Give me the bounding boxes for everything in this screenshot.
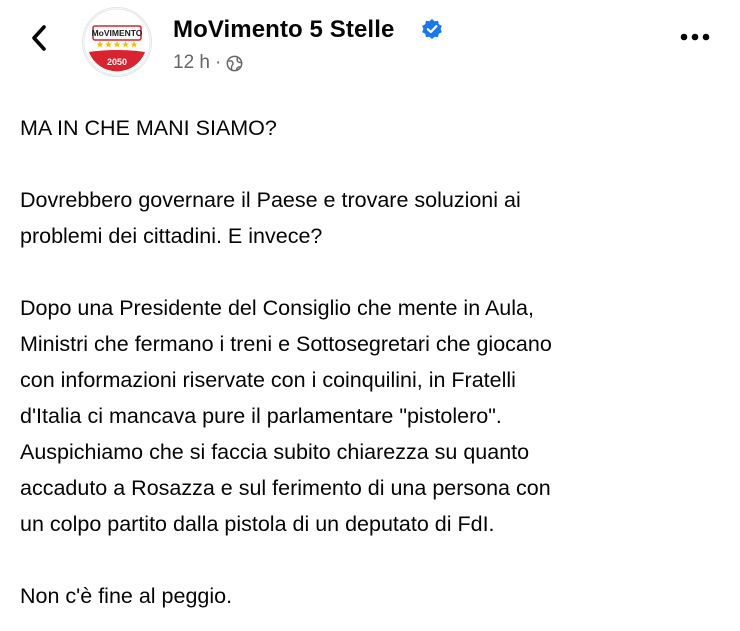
logo-year: 2050 — [107, 57, 127, 67]
more-options-button[interactable] — [675, 22, 715, 52]
post-line: Non c'è fine al peggio. — [20, 584, 233, 608]
avatar[interactable]: MoVIMENTO 2050 — [82, 7, 152, 77]
logo-text: MoVIMENTO — [92, 28, 143, 38]
post-line: MA IN CHE MANI SIAMO? — [20, 116, 277, 140]
post-line: Ministri che fermano i treni e Sottosegr… — [20, 332, 552, 356]
author-name[interactable]: MoVimento 5 Stelle — [173, 16, 394, 44]
meta-separator: · — [214, 52, 222, 73]
chevron-left-icon — [32, 25, 46, 51]
post-header: MoVIMENTO 2050 MoVimento 5 Stelle 12 h · — [0, 0, 740, 90]
post-line: Dovrebbero governare il Paese e trovare … — [20, 188, 521, 212]
post-line: Auspichiamo che si faccia subito chiarez… — [20, 440, 530, 464]
post-text: MA IN CHE MANI SIAMO? Dovrebbero governa… — [20, 110, 725, 614]
more-options-icon — [680, 33, 710, 41]
movimento-logo: MoVIMENTO 2050 — [83, 8, 151, 76]
post-line: con informazioni riservate con i coinqui… — [20, 368, 516, 392]
post-meta: 12 h · — [173, 52, 243, 74]
post-line: accaduto a Rosazza e sul ferimento di un… — [20, 476, 551, 500]
post-line: Dopo una Presidente del Consiglio che me… — [20, 296, 534, 320]
post-line: un colpo partito dalla pistola di un dep… — [20, 512, 495, 536]
timestamp[interactable]: 12 h — [173, 52, 210, 74]
back-button[interactable] — [22, 18, 56, 58]
globe-icon[interactable] — [226, 55, 243, 72]
verified-badge-icon — [422, 19, 442, 39]
post-line: problemi dei cittadini. E invece? — [20, 224, 323, 248]
post-line: d'Italia ci mancava pure il parlamentare… — [20, 404, 502, 428]
